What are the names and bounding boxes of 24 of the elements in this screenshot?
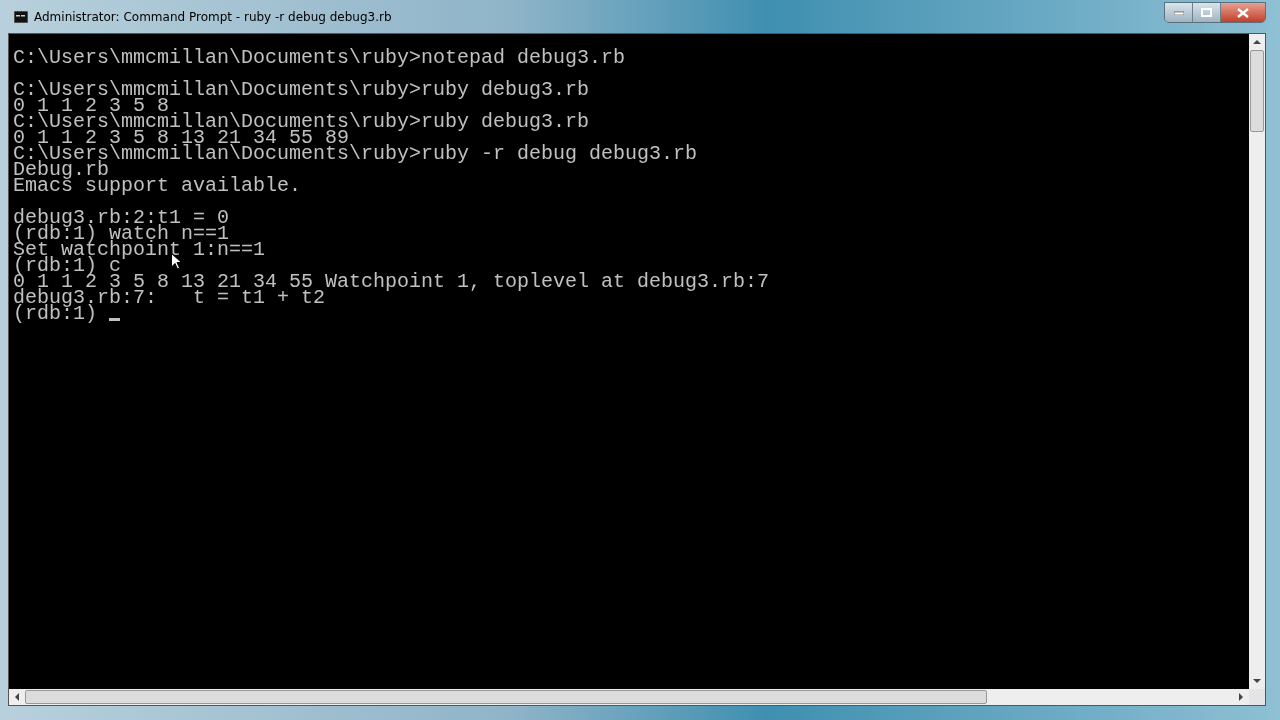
console-line: (rdb:1) bbox=[13, 306, 97, 322]
console-line: C:\Users\mmcmillan\Documents\ruby>notepad debug3.rb bbox=[13, 50, 626, 66]
restore-icon bbox=[1201, 8, 1212, 17]
resize-grip[interactable] bbox=[1249, 689, 1265, 705]
console-line: C:\Users\mmcmillan\Documents\ruby>ruby debug3.rb bbox=[13, 114, 590, 130]
scroll-thumb[interactable] bbox=[25, 690, 987, 704]
console-line: C:\Users\mmcmillan\Documents\ruby>ruby -r debug debug3.rb bbox=[13, 146, 698, 162]
console-line: Debug.rb bbox=[13, 162, 109, 178]
close-icon bbox=[1237, 7, 1249, 18]
console-line: Emacs support available. bbox=[13, 178, 302, 194]
close-button[interactable] bbox=[1221, 3, 1265, 22]
console-icon bbox=[14, 10, 28, 23]
horizontal-scrollbar[interactable] bbox=[9, 689, 1265, 705]
console-line: 0 1 1 2 3 5 8 13 21 34 55 Watchpoint 1, toplevel at debug3.rb:7 bbox=[13, 274, 770, 290]
maximize-button[interactable] bbox=[1193, 3, 1221, 22]
scroll-thumb[interactable] bbox=[1250, 50, 1264, 132]
minimize-button[interactable] bbox=[1165, 3, 1193, 22]
window-title: Administrator: Command Prompt - ruby -r debug debug3.rb bbox=[34, 9, 392, 24]
console-line: (rdb:1) c bbox=[13, 258, 122, 274]
console-line: debug3.rb:7: t = t1 + t2 bbox=[13, 290, 326, 306]
console-line: debug3.rb:2:t1 = 0 bbox=[13, 210, 230, 226]
vertical-scrollbar[interactable] bbox=[1249, 34, 1265, 689]
console-line: C:\Users\mmcmillan\Documents\ruby>ruby debug3.rb bbox=[13, 82, 590, 98]
minimize-icon bbox=[1173, 10, 1184, 15]
